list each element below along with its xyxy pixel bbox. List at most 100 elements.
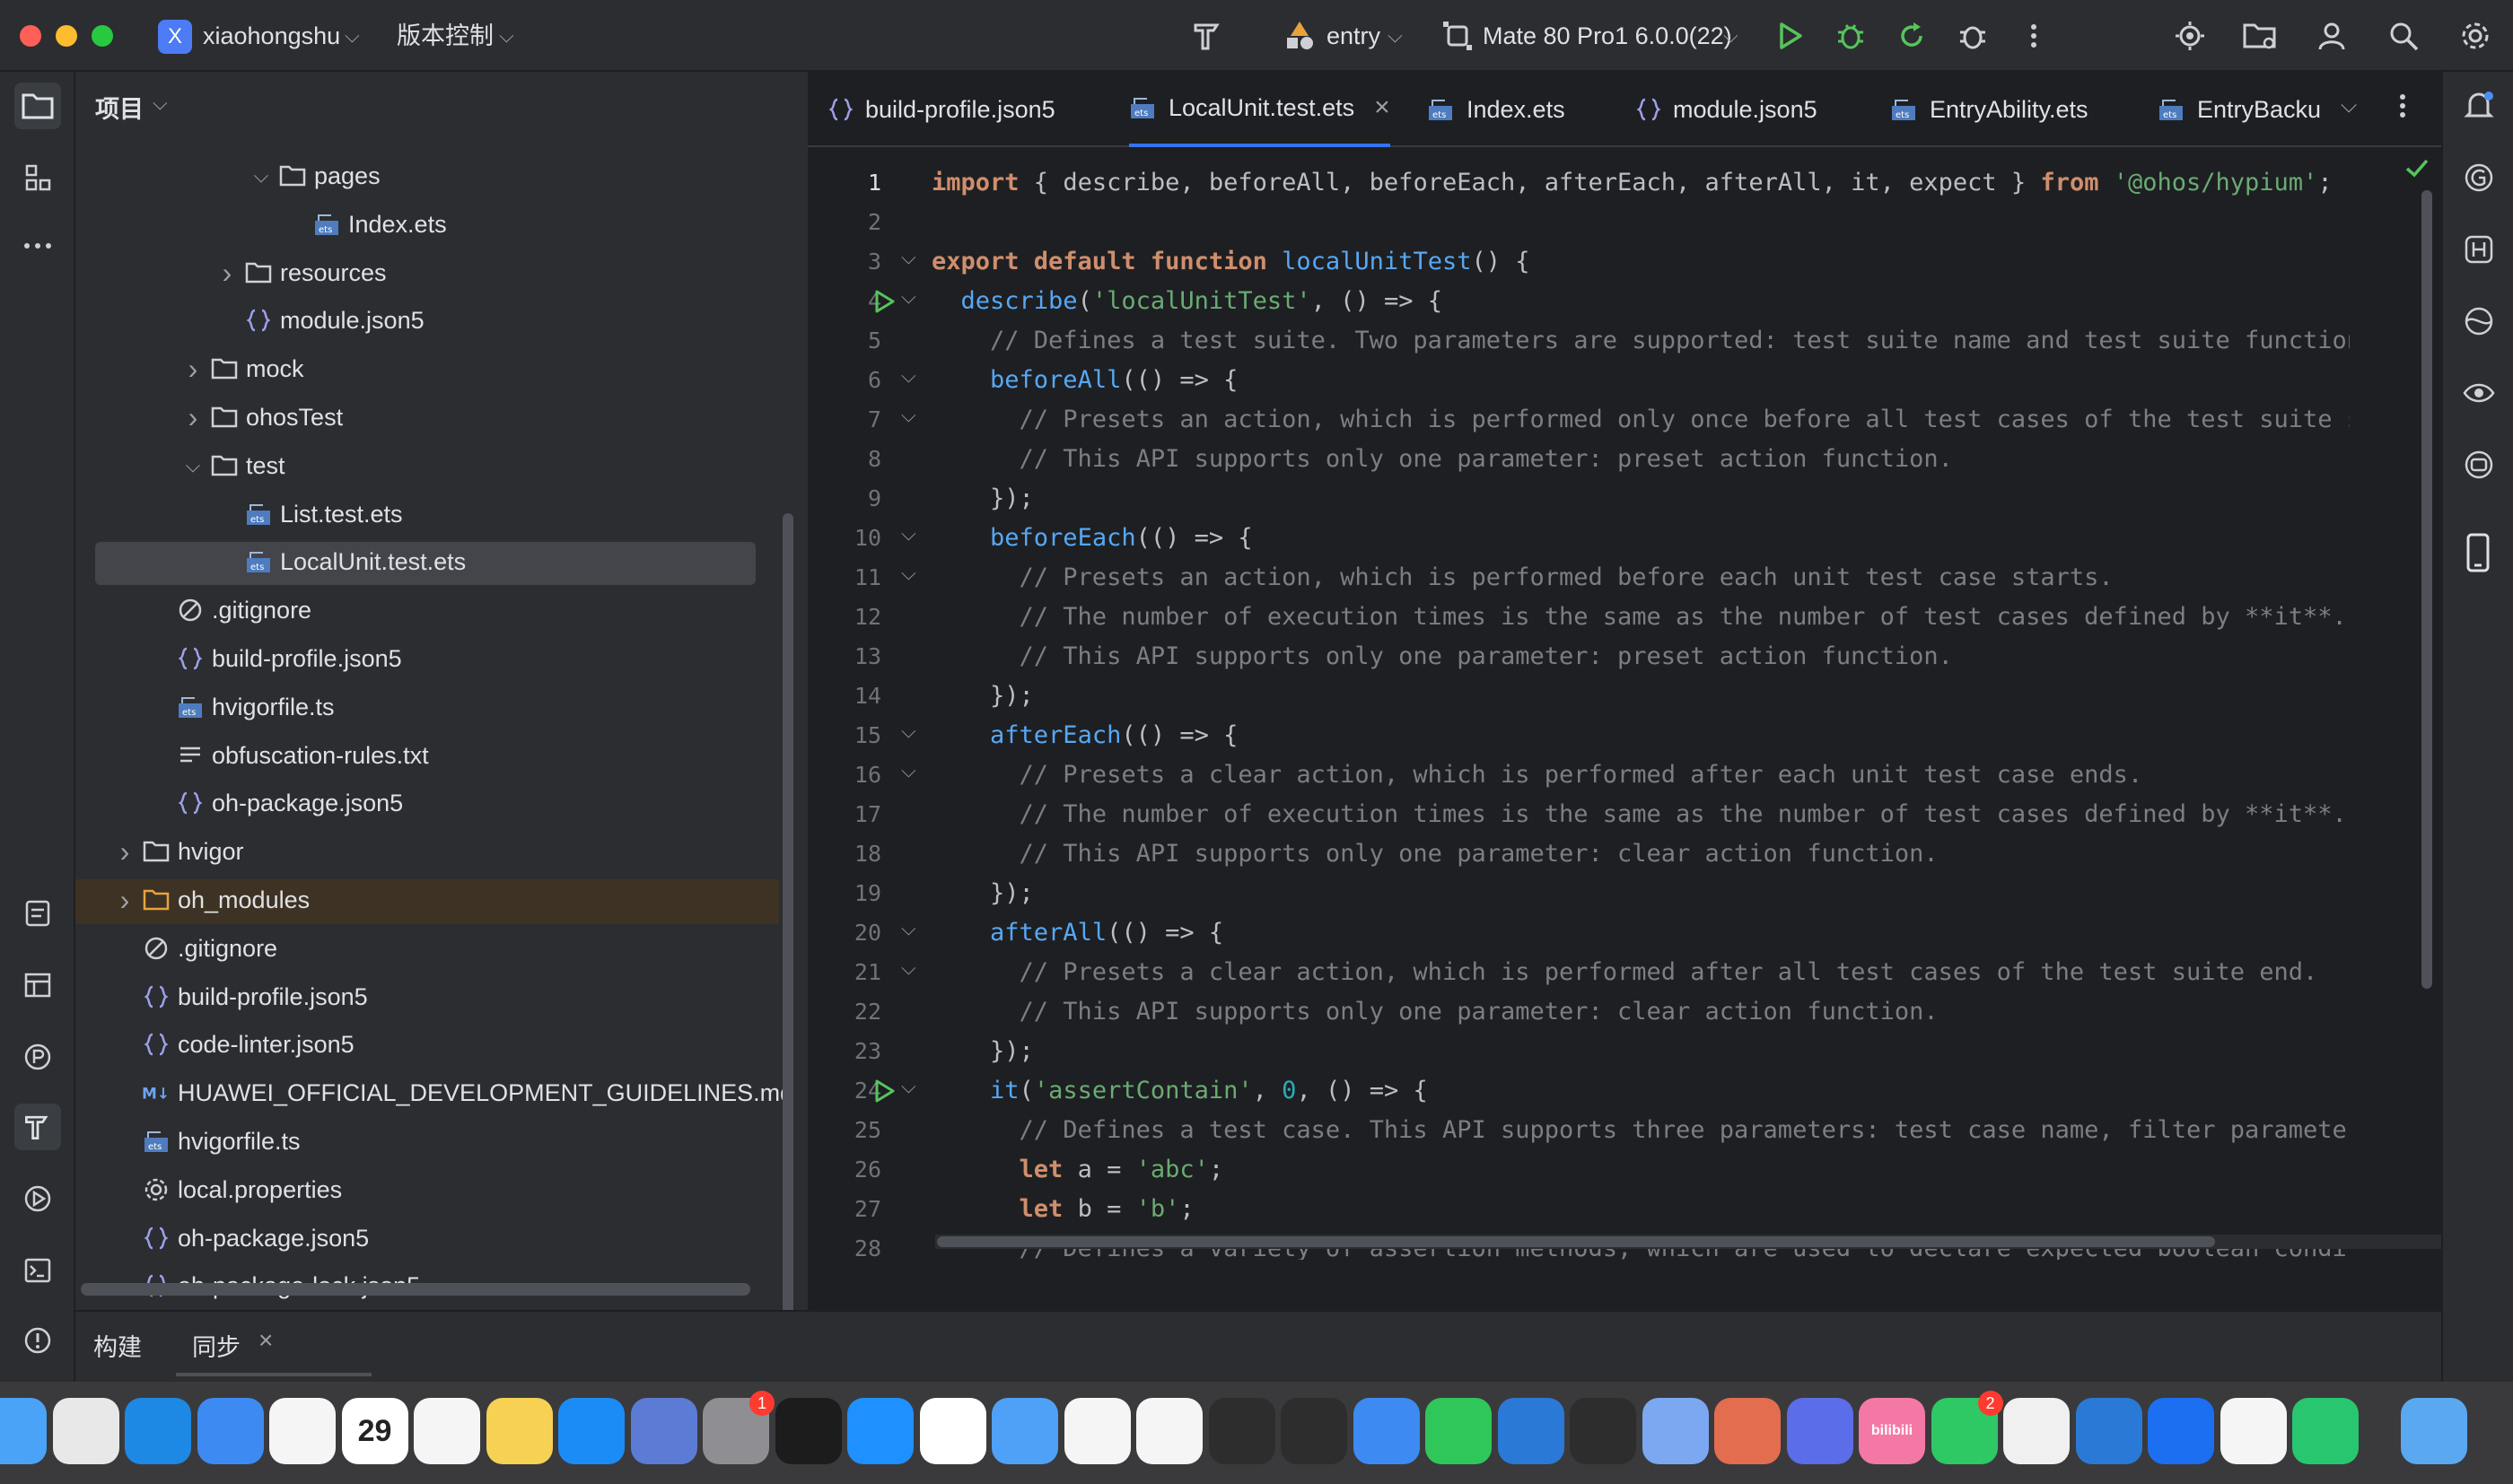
system-settings-icon[interactable]: 1 (703, 1391, 775, 1464)
tree-item[interactable]: ets hvigorfile.ts (149, 685, 335, 729)
code-line[interactable]: }); (932, 1032, 1034, 1071)
wechat-devtools-2-icon[interactable] (1570, 1398, 1636, 1464)
fold-chevron-icon[interactable]: ⌵ (901, 404, 916, 427)
tree-item[interactable]: ets Index.ets (285, 203, 447, 246)
photos-icon[interactable] (269, 1398, 336, 1464)
editor-vertical-scrollbar[interactable] (2421, 190, 2432, 989)
tree-item[interactable]: build-profile.json5 (115, 975, 368, 1018)
tab[interactable]: build-profile.json5 (829, 72, 1055, 147)
device-manager-phone-icon[interactable] (2465, 533, 2491, 577)
code-line[interactable]: it('assertContain', 0, () => { (932, 1071, 1428, 1111)
editor-code-area[interactable]: import { describe, beforeAll, beforeEach… (932, 147, 2350, 1305)
reminders-icon[interactable] (414, 1398, 480, 1464)
close-window-button[interactable] (20, 25, 41, 47)
fold-chevron-icon[interactable]: ⌵ (901, 246, 916, 269)
wps-icon[interactable] (2003, 1398, 2070, 1464)
code-line[interactable]: // The number of execution times is the … (932, 795, 2347, 834)
tree-item[interactable]: .gitignore (149, 589, 311, 632)
code-line[interactable]: beforeAll(() => { (932, 361, 1238, 400)
tree-item[interactable]: › ohosTest (183, 396, 343, 439)
fold-chevron-icon[interactable]: ⌵ (901, 720, 916, 743)
tree-item[interactable]: ets LocalUnit.test.ets (217, 540, 466, 583)
blank-doc-icon[interactable] (2220, 1398, 2287, 1464)
code-line[interactable]: afterEach(() => { (932, 716, 1238, 755)
code-line[interactable]: // Presets an action, which is performed… (932, 400, 2350, 440)
wechat-devtools-icon[interactable] (1208, 1398, 1275, 1464)
chevron-right-icon[interactable]: › (115, 830, 135, 873)
finder-icon[interactable] (0, 1398, 47, 1464)
code-line[interactable]: // Presets an action, which is performed… (932, 558, 2114, 598)
deveco-icon[interactable] (2148, 1398, 2214, 1464)
files-icon[interactable] (630, 1398, 697, 1464)
vcs-menu[interactable]: 版本控制 (397, 20, 494, 52)
tree-item[interactable]: ⌵ test (183, 444, 285, 487)
code-line[interactable]: // Presets a clear action, which is perf… (932, 953, 2318, 992)
tab-active[interactable]: ets LocalUnit.test.ets × (1129, 72, 1390, 147)
tab[interactable]: ets EntryAbility.ets (1890, 72, 2088, 147)
build-tab[interactable]: 构建 (93, 1328, 142, 1363)
globe-icon[interactable] (2463, 305, 2495, 342)
cat-app-icon[interactable] (1353, 1398, 1420, 1464)
notes-icon[interactable] (486, 1398, 553, 1464)
gear-icon[interactable] (2454, 14, 2497, 57)
qq-browser-icon[interactable] (847, 1398, 914, 1464)
code-line[interactable]: // This API supports only one parameter:… (932, 992, 1939, 1032)
chevron-right-icon[interactable]: › (217, 251, 237, 294)
mail-icon[interactable] (197, 1398, 264, 1464)
minimize-window-button[interactable] (56, 25, 77, 47)
fold-chevron-icon[interactable]: ⌵ (901, 917, 916, 940)
ai-assistant-icon[interactable] (2463, 449, 2495, 485)
vscode-2-icon[interactable] (2075, 1398, 2142, 1464)
sync-tab[interactable]: 同步 (192, 1328, 241, 1363)
layout-icon[interactable] (14, 962, 61, 1008)
project-badge[interactable]: X (158, 20, 192, 54)
preview-eye-icon[interactable] (2463, 377, 2495, 414)
editor-horizontal-scrollbar[interactable] (937, 1236, 2215, 1247)
launchpad-icon[interactable] (52, 1398, 119, 1464)
tree-vertical-scrollbar[interactable] (783, 513, 793, 1321)
more-vertical-icon[interactable] (2012, 14, 2055, 57)
feishu-icon[interactable] (1136, 1398, 1203, 1464)
notifications-bell-icon[interactable] (2461, 88, 2497, 128)
profiler-p-icon[interactable] (14, 1034, 61, 1080)
fold-chevron-icon[interactable]: ⌵ (901, 956, 916, 980)
fold-chevron-icon[interactable]: ⌵ (901, 285, 916, 309)
tree-item[interactable]: local.properties (115, 1168, 342, 1211)
code-line[interactable]: // Presets a clear action, which is perf… (932, 755, 2143, 795)
gradle-g-icon[interactable] (2463, 161, 2495, 198)
todo-icon[interactable] (14, 890, 61, 937)
tree-item[interactable]: › resources (217, 251, 387, 294)
code-line[interactable]: // Defines a test case. This API support… (932, 1111, 2350, 1150)
fold-chevron-icon[interactable]: ⌵ (901, 1075, 916, 1098)
tree-item[interactable]: code-linter.json5 (115, 1023, 355, 1066)
folder-settings-icon[interactable] (2238, 14, 2281, 57)
tree-horizontal-scrollbar[interactable] (81, 1283, 750, 1296)
fold-chevron-icon[interactable]: ⌵ (901, 562, 916, 585)
gemini-icon[interactable] (1642, 1398, 1709, 1464)
build-hammer-icon[interactable] (14, 1104, 61, 1150)
app-store-icon[interactable] (558, 1398, 625, 1464)
chevron-right-icon[interactable]: › (183, 396, 203, 439)
run-test-gutter-icon[interactable] (872, 289, 896, 319)
tree-item[interactable]: module.json5 (217, 299, 425, 342)
safari-icon[interactable] (125, 1398, 191, 1464)
tree-item[interactable]: obfuscation-rules.txt (149, 734, 429, 777)
wechat-green-icon[interactable] (2292, 1398, 2359, 1464)
project-panel-title[interactable]: 项目 (95, 90, 144, 125)
code-line[interactable]: }); (932, 677, 1034, 716)
tab[interactable]: ets Index.ets (1427, 72, 1565, 147)
code-line[interactable]: // This API supports only one parameter:… (932, 834, 1939, 874)
project-folder-icon[interactable] (14, 83, 61, 129)
code-line[interactable]: // The number of execution times is the … (932, 598, 2347, 637)
hvigor-h-icon[interactable] (2463, 233, 2495, 270)
tree-item[interactable]: .gitignore (115, 927, 277, 970)
run-icon[interactable] (1768, 14, 1811, 57)
close-icon[interactable]: × (258, 1326, 273, 1355)
run-config-selector[interactable]: entry (1327, 20, 1380, 52)
tree-item[interactable]: ets List.test.ets (217, 493, 403, 536)
tree-item[interactable]: M↓ HUAWEI_OFFICIAL_DEVELOPMENT_GUIDELINES… (115, 1071, 793, 1114)
code-line[interactable]: }); (932, 479, 1034, 519)
project-name[interactable]: xiaohongshu (203, 20, 340, 52)
vscode-icon[interactable] (1497, 1398, 1564, 1464)
code-line[interactable]: beforeEach(() => { (932, 519, 1253, 558)
